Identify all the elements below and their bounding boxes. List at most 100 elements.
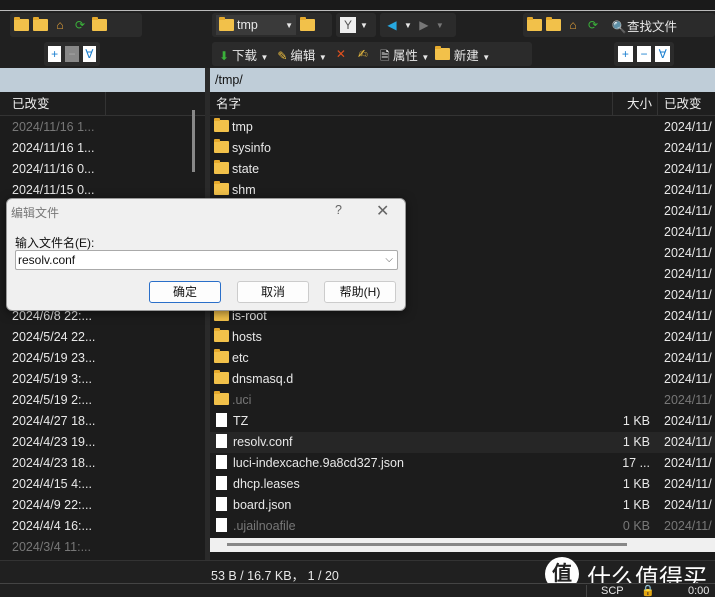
download-button[interactable]: ⬇ 下载 ▼ — [216, 45, 268, 64]
back-arrow-icon[interactable]: ◀ — [384, 17, 400, 33]
help-button[interactable]: 帮助(H) — [324, 281, 396, 303]
list-item[interactable]: 2024/5/19 23... — [12, 348, 192, 369]
list-item[interactable]: 2024/4/15 4:... — [12, 474, 192, 495]
help-icon[interactable]: ? — [335, 203, 342, 217]
file-icon — [216, 476, 227, 490]
table-row[interactable]: dhcp.leases 1 KB 2024/11/ — [210, 474, 715, 495]
left-nav-toolbar: ⌂ ⟳ — [10, 13, 142, 37]
col-changed[interactable]: 已改变 — [657, 92, 715, 116]
forward-arrow-icon[interactable]: ▶ — [416, 17, 432, 33]
table-row[interactable]: dnsmasq.d 2024/11/ — [210, 369, 715, 390]
new-folder-icon — [435, 45, 451, 60]
select-plus-icon[interactable]: + — [48, 46, 62, 62]
col-changed[interactable]: 已改变 — [0, 92, 106, 116]
filter-icon[interactable]: ∀ — [655, 46, 671, 62]
file-icon — [216, 413, 227, 427]
new-button[interactable]: 新建 ▼ — [435, 45, 490, 64]
list-item[interactable]: 2024/5/19 3:... — [12, 369, 192, 390]
table-row[interactable]: sysinfo 2024/11/ — [210, 138, 715, 159]
chevron-down-icon[interactable]: ▼ — [285, 21, 296, 30]
date-cell: 2024/4/4 16:... — [12, 519, 92, 533]
chevron-down-icon[interactable]: ▼ — [436, 21, 444, 30]
sync-browse-icon[interactable] — [92, 17, 107, 31]
ok-button[interactable]: 确定 — [149, 281, 221, 303]
right-path-bar[interactable]: /tmp/ — [210, 68, 715, 92]
list-item[interactable]: 2024/4/23 19... — [12, 432, 192, 453]
name-cell: is-root — [232, 309, 267, 323]
unselect-minus-icon[interactable]: − — [636, 46, 652, 62]
list-item[interactable]: 2024/5/24 22... — [12, 327, 192, 348]
filename-input[interactable]: resolv.conf ⌵ — [15, 250, 398, 270]
edit-button[interactable]: ✎ 编辑 ▼ — [274, 45, 326, 64]
home-icon[interactable]: ⌂ — [565, 17, 581, 33]
date-cell: 2024/11/ — [664, 477, 712, 491]
table-row[interactable]: etc 2024/11/ — [210, 348, 715, 369]
parent-folder-icon[interactable] — [14, 17, 29, 31]
date-cell: 2024/11/ — [664, 246, 712, 260]
filter-icon[interactable]: ∀ — [82, 46, 96, 62]
rename-icon[interactable]: ✍ — [355, 46, 371, 62]
close-icon[interactable]: ✕ — [376, 201, 389, 221]
root-folder-icon[interactable] — [33, 17, 48, 31]
list-item[interactable]: 2024/11/16 1... — [12, 138, 192, 159]
properties-button[interactable]: 🗎 属性 ▼ — [377, 45, 429, 64]
download-icon: ⬇ — [218, 48, 230, 63]
scrollbar-thumb[interactable] — [227, 543, 627, 546]
table-row[interactable]: state 2024/11/ — [210, 159, 715, 180]
table-row[interactable]: tmp 2024/11/ — [210, 117, 715, 138]
date-cell: 2024/4/27 18... — [12, 414, 96, 428]
table-row[interactable]: board.json 1 KB 2024/11/ — [210, 495, 715, 516]
col-name[interactable]: 名字 — [216, 92, 241, 116]
open-folder-icon[interactable] — [300, 17, 315, 31]
unselect-minus-icon[interactable]: − — [65, 46, 79, 62]
table-row[interactable]: luci-indexcache.9a8cd327.json 17 ... 2024/… — [210, 453, 715, 474]
date-cell: 2024/11/16 1... — [12, 141, 95, 155]
list-item[interactable]: 2024/4/27 18... — [12, 411, 192, 432]
refresh-icon[interactable]: ⟳ — [585, 17, 601, 33]
table-row[interactable]: resolv.conf 1 KB 2024/11/ — [210, 432, 715, 453]
date-cell: 2024/11/ — [664, 414, 712, 428]
size-cell: 17 ... — [622, 456, 650, 470]
list-item[interactable]: 2024/4/23 18... — [12, 453, 192, 474]
chevron-down-icon[interactable]: ▼ — [360, 21, 368, 30]
title-bar — [0, 0, 715, 11]
path-combo[interactable]: tmp ▼ — [216, 15, 296, 35]
folder-icon — [214, 118, 229, 132]
date-cell: 2024/11/ — [664, 288, 712, 302]
list-item[interactable]: 2024/4/4 16:... — [12, 516, 192, 537]
delete-icon[interactable]: ✕ — [333, 46, 349, 62]
refresh-icon[interactable]: ⟳ — [72, 17, 88, 33]
col-size[interactable]: 大小 — [612, 92, 656, 116]
filter-icon[interactable]: Y — [340, 17, 356, 33]
date-cell: 2024/11/ — [664, 267, 712, 281]
date-cell: 2024/6/8 22:... — [12, 309, 92, 323]
list-item[interactable]: 2024/4/9 22:... — [12, 495, 192, 516]
file-icon — [216, 434, 227, 448]
find-files-button[interactable]: 🔍查找文件 — [611, 16, 678, 35]
left-path-bar[interactable] — [0, 68, 205, 92]
chevron-down-icon[interactable]: ▼ — [404, 21, 412, 30]
left-scrollbar[interactable] — [192, 110, 195, 172]
path-toolbar: tmp ▼ — [212, 13, 332, 37]
table-row[interactable]: .ujailnoafile 0 KB 2024/11/ — [210, 516, 715, 537]
cancel-button[interactable]: 取消 — [237, 281, 309, 303]
list-item[interactable]: 2024/5/19 2:... — [12, 390, 192, 411]
table-row[interactable]: .uci 2024/11/ — [210, 390, 715, 411]
table-row[interactable]: TZ 1 KB 2024/11/ — [210, 411, 715, 432]
root-folder-icon[interactable] — [546, 17, 561, 31]
list-item[interactable]: 2024/3/4 11:... — [12, 537, 192, 558]
table-row[interactable]: hosts 2024/11/ — [210, 327, 715, 348]
name-cell: luci-indexcache.9a8cd327.json — [233, 456, 404, 470]
date-cell: 2024/11/ — [664, 330, 712, 344]
list-item[interactable]: 2024/11/16 1... — [12, 117, 192, 138]
size-cell: 1 KB — [622, 477, 650, 491]
horizontal-scrollbar[interactable] — [210, 538, 715, 552]
parent-folder-icon[interactable] — [527, 17, 542, 31]
select-plus-icon[interactable]: + — [618, 46, 633, 62]
list-item[interactable]: 2024/11/16 0... — [12, 159, 192, 180]
left-header: 已改变 — [0, 92, 205, 116]
chevron-down-icon[interactable]: ⌵ — [385, 251, 393, 269]
right-header: 名字 大小 已改变 — [210, 92, 715, 116]
date-cell: 2024/11/16 0... — [12, 162, 95, 176]
home-icon[interactable]: ⌂ — [52, 17, 68, 33]
